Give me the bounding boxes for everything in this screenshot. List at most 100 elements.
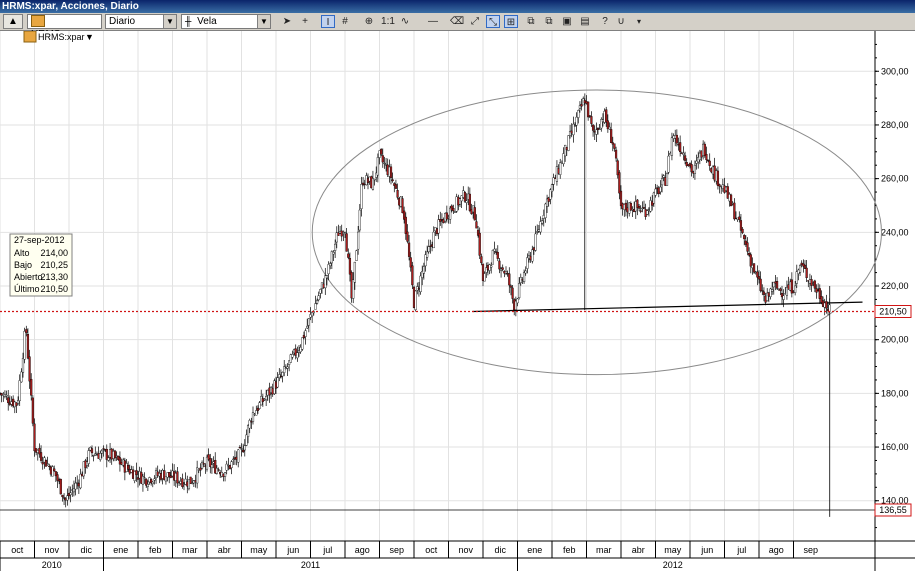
scale-button[interactable]: 1:1 bbox=[380, 15, 396, 28]
candle-body bbox=[33, 423, 36, 452]
candle-body bbox=[200, 462, 204, 469]
snap-icon[interactable]: ⊞ bbox=[504, 15, 518, 28]
candle-body bbox=[347, 253, 350, 258]
month-label: ago bbox=[355, 545, 370, 555]
candle-body bbox=[613, 143, 616, 149]
candle-body bbox=[670, 137, 674, 156]
chevron-down-icon: ▼ bbox=[163, 15, 176, 28]
copy-icon[interactable]: ⧉ bbox=[524, 15, 538, 28]
template-icon[interactable]: ▤ bbox=[578, 15, 592, 28]
candle-body bbox=[642, 207, 646, 209]
zoom-icon[interactable]: ⊕ bbox=[362, 15, 376, 28]
price-tick-label: 240,00 bbox=[881, 227, 909, 237]
candle-body bbox=[590, 116, 593, 124]
month-label: dic bbox=[80, 545, 92, 555]
candle-body bbox=[87, 450, 90, 464]
toolbar-options-icon[interactable]: ▾ bbox=[632, 15, 646, 28]
help-icon[interactable]: ? bbox=[598, 15, 612, 28]
candle-body bbox=[810, 279, 813, 286]
indicators-icon[interactable]: ∿ bbox=[398, 15, 412, 28]
eraser-icon[interactable]: ⌫ bbox=[450, 15, 464, 28]
candle-body bbox=[490, 265, 493, 268]
candle-body bbox=[509, 285, 513, 288]
collapse-button[interactable]: ▲ bbox=[3, 14, 23, 29]
candle-body bbox=[426, 251, 429, 258]
last-price-label: 210,50 bbox=[879, 307, 907, 317]
year-label: 2010 bbox=[42, 560, 62, 570]
candle-body bbox=[53, 468, 56, 472]
chevron-down-icon[interactable]: ▼ bbox=[85, 32, 94, 42]
candle-body bbox=[306, 325, 309, 329]
candle-body bbox=[453, 211, 457, 213]
candle-body bbox=[376, 157, 379, 176]
candle-body bbox=[637, 206, 641, 209]
candle-body bbox=[391, 179, 394, 182]
paste-icon[interactable]: ⧉ bbox=[542, 15, 556, 28]
candle-body bbox=[480, 256, 483, 264]
info-date: 27-sep-2012 bbox=[14, 235, 65, 245]
price-tick-label: 180,00 bbox=[881, 388, 909, 398]
candle-body bbox=[317, 295, 320, 301]
candle-body bbox=[667, 155, 670, 173]
candle-body bbox=[20, 371, 23, 383]
candle-body bbox=[775, 281, 779, 289]
candle-body bbox=[146, 484, 149, 487]
candle-body bbox=[468, 193, 471, 211]
price-tick-label: 300,00 bbox=[881, 66, 909, 76]
candle-body bbox=[39, 452, 43, 461]
info-label-ultimo: Último bbox=[14, 284, 40, 294]
candle-body bbox=[396, 190, 399, 198]
line-style-icon[interactable]: — bbox=[420, 15, 446, 28]
candle-body bbox=[401, 198, 404, 214]
cursor-arrow-icon[interactable]: ➤ bbox=[280, 15, 294, 28]
candle-body bbox=[406, 231, 409, 242]
candle-body bbox=[286, 366, 289, 369]
candle-body bbox=[51, 466, 54, 477]
trendline-icon[interactable]: ⤢ bbox=[468, 15, 482, 28]
period-combo[interactable]: Diario ▼ bbox=[105, 14, 177, 29]
candle-body bbox=[716, 170, 720, 186]
candle-body bbox=[18, 380, 21, 401]
candle-body bbox=[790, 279, 793, 294]
candle-icon: ╫ bbox=[185, 16, 192, 26]
candle-body bbox=[353, 261, 356, 283]
candle-body bbox=[531, 249, 534, 262]
month-label: ene bbox=[113, 545, 128, 555]
candle-body bbox=[153, 478, 156, 481]
price-chart[interactable]: 140,00160,00180,00200,00220,00240,00260,… bbox=[0, 31, 915, 571]
candle-body bbox=[151, 481, 154, 485]
candle-body bbox=[749, 254, 752, 267]
candle-body bbox=[243, 445, 246, 451]
candle-body bbox=[705, 154, 708, 161]
candle-body bbox=[332, 252, 335, 255]
magnet-icon[interactable]: ⤡ bbox=[486, 15, 500, 28]
candle-body bbox=[733, 202, 736, 220]
month-label: jul bbox=[736, 545, 746, 555]
candle-body bbox=[794, 285, 797, 293]
info-label-alto: Alto bbox=[14, 248, 30, 258]
grid-icon[interactable]: # bbox=[338, 15, 352, 28]
info-label-bajo: Bajo bbox=[14, 260, 32, 270]
candle-body bbox=[779, 288, 782, 291]
info-window-icon[interactable]: I bbox=[321, 15, 335, 28]
candle-body bbox=[798, 265, 802, 273]
symbol-combo[interactable]: HRMS:xpar bbox=[27, 14, 102, 40]
info-value-bajo: 210,25 bbox=[40, 260, 68, 270]
month-label: sep bbox=[803, 545, 818, 555]
candle-body bbox=[577, 110, 580, 118]
properties-icon[interactable]: ▣ bbox=[560, 15, 574, 28]
candle-body bbox=[265, 395, 268, 401]
candle-body bbox=[491, 250, 494, 265]
chart-style-combo[interactable]: ╫ Vela ▼ bbox=[181, 14, 271, 29]
candle-body bbox=[5, 394, 8, 397]
candle-body bbox=[654, 188, 657, 196]
candle-body bbox=[135, 470, 138, 476]
magnet-attach-icon[interactable]: ∪ bbox=[614, 15, 628, 28]
candle-body bbox=[329, 263, 332, 267]
legend[interactable]: HRMS:xpar ▼ bbox=[23, 31, 94, 43]
info-value-alto: 214,00 bbox=[40, 248, 68, 258]
candle-body bbox=[380, 149, 383, 155]
candle-body bbox=[90, 448, 94, 454]
candle-body bbox=[59, 478, 62, 495]
crosshair-icon[interactable]: + bbox=[298, 15, 312, 28]
